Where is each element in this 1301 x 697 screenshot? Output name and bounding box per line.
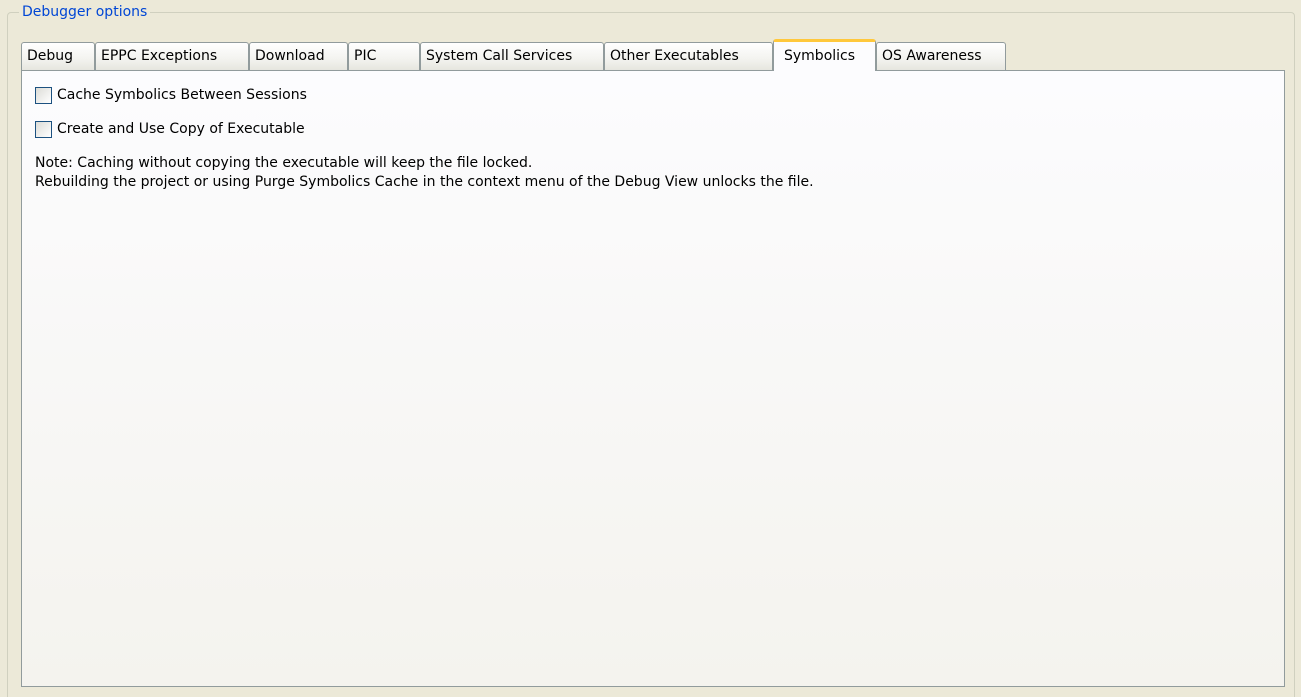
copy-executable-label[interactable]: Create and Use Copy of Executable: [57, 119, 305, 139]
symbolics-panel: Cache Symbolics Between Sessions Create …: [21, 70, 1285, 687]
copy-executable-checkbox[interactable]: [35, 120, 52, 138]
tab-download[interactable]: Download: [249, 42, 348, 70]
tab-other-executables[interactable]: Other Executables: [604, 42, 773, 70]
cache-symbolics-checkbox[interactable]: [35, 86, 52, 104]
copy-executable-option[interactable]: Create and Use Copy of Executable: [35, 119, 305, 139]
tab-debug[interactable]: Debug: [21, 42, 95, 70]
tab-os-awareness[interactable]: OS Awareness: [876, 42, 1006, 70]
cache-symbolics-option[interactable]: Cache Symbolics Between Sessions: [35, 85, 307, 105]
tab-system-call-services[interactable]: System Call Services: [420, 42, 604, 70]
tab-eppc-exceptions[interactable]: EPPC Exceptions: [95, 42, 249, 70]
group-title: Debugger options: [19, 3, 151, 21]
symbolics-note: Note: Caching without copying the execut…: [35, 154, 814, 192]
cache-symbolics-label[interactable]: Cache Symbolics Between Sessions: [57, 85, 307, 105]
tab-symbolics[interactable]: Symbolics: [773, 39, 876, 71]
debugger-options-page: Debugger options Debug EPPC Exceptions D…: [0, 0, 1301, 697]
note-line-2: Rebuilding the project or using Purge Sy…: [35, 174, 814, 190]
tab-pic[interactable]: PIC: [348, 42, 420, 70]
note-line-1: Note: Caching without copying the execut…: [35, 155, 533, 171]
